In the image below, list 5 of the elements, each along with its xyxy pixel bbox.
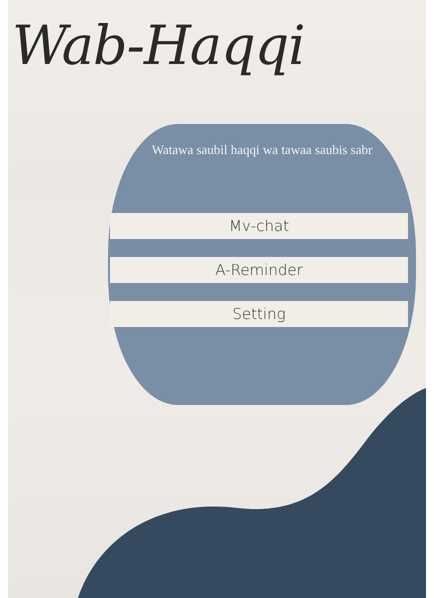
app-title: Wab-Haqqi [12,14,305,77]
menu-button[interactable]: Mv-chat [110,213,408,239]
menu-button[interactable]: A-Reminder [110,257,408,283]
motto-text: Watawa saubil haqqi wa tawaa saubis sabr [152,142,372,158]
menu-button[interactable]: Setting [110,301,408,327]
